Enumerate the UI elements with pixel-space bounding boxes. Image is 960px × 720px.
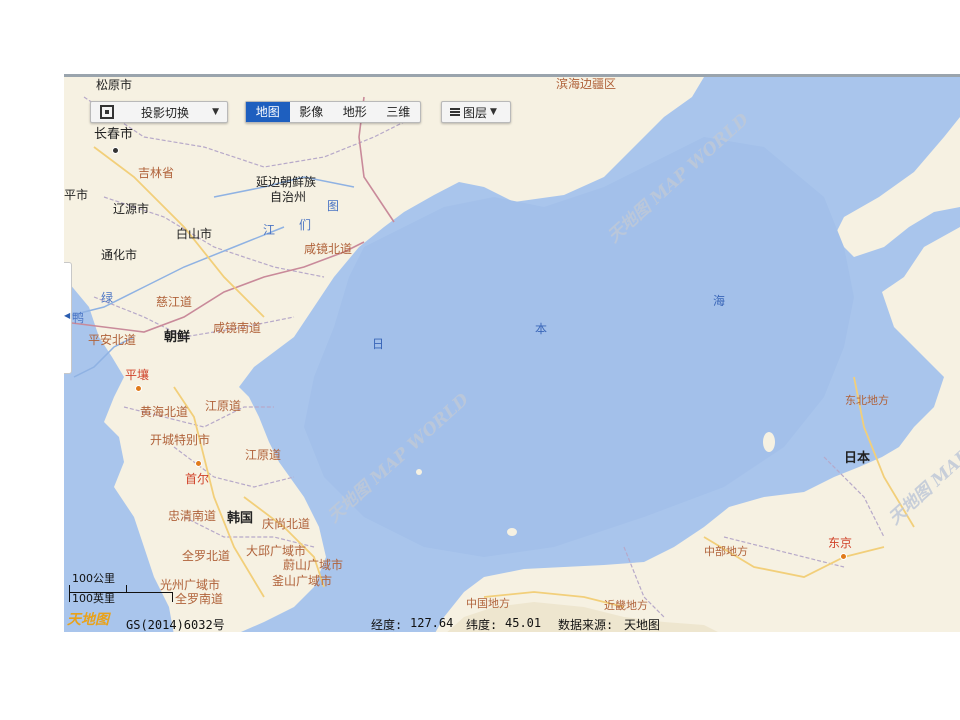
layers-dropdown[interactable]: 图层 ▼ xyxy=(441,101,511,123)
label-pinganbei: 平安北道 xyxy=(88,333,137,347)
label-huanghaibei: 黄海北道 xyxy=(140,405,189,419)
label-baishan: 白山市 xyxy=(176,227,213,241)
label-south-korea: 韩国 xyxy=(227,511,254,526)
label-jilin: 吉林省 xyxy=(138,166,175,180)
label-japan: 日本 xyxy=(844,451,871,466)
label-jiangyuan-south: 江原道 xyxy=(245,448,282,462)
label-changchun: 长春市 xyxy=(94,127,134,142)
label-north-korea: 朝鲜 xyxy=(164,330,191,345)
island-oki xyxy=(507,528,517,536)
lat-value: 45.01 xyxy=(505,616,542,630)
tianditu-logo: 天地图 xyxy=(67,612,109,628)
scale-km-label: 100公里 xyxy=(72,572,115,585)
lat-label: 纬度: xyxy=(466,618,498,632)
label-river-jiang: 江 xyxy=(263,223,276,237)
label-seoul: 首尔 xyxy=(185,472,210,486)
projection-icon xyxy=(100,105,114,119)
label-cijiang: 慈江道 xyxy=(156,295,193,309)
side-panel-toggle[interactable]: ◀ xyxy=(64,262,72,374)
city-dot-changchun xyxy=(112,147,119,154)
label-daqiu: 大邱广域市 xyxy=(246,544,307,558)
label-jinji: 近畿地方 xyxy=(604,599,648,612)
label-sea-ben: 本 xyxy=(535,322,548,336)
label-sea-ri: 日 xyxy=(372,337,385,351)
label-yanbian-2: 自治州 xyxy=(270,190,307,204)
tab-terrain[interactable]: 地形 xyxy=(333,102,377,122)
tab-imagery[interactable]: 影像 xyxy=(290,102,334,122)
label-river-men: 们 xyxy=(299,218,312,232)
label-river-tu: 图 xyxy=(327,199,340,213)
label-river-ya: 鸭 xyxy=(72,311,85,325)
source-label: 数据来源: xyxy=(558,618,614,632)
label-zhongbu: 中部地方 xyxy=(704,545,748,558)
label-pyongyang: 平壤 xyxy=(125,368,150,382)
label-kaicheng: 开城特别市 xyxy=(150,433,211,447)
label-liaoyuan: 辽源市 xyxy=(113,202,150,216)
projection-switch-dropdown[interactable]: 投影切换 ▼ xyxy=(90,101,228,123)
label-songyuan: 松原市 xyxy=(96,78,133,92)
chevron-left-icon: ◀ xyxy=(64,311,71,320)
chevron-down-icon: ▼ xyxy=(490,107,497,117)
island-ulleung xyxy=(416,469,422,475)
label-tokyo: 东京 xyxy=(828,536,853,550)
label-sea-hai: 海 xyxy=(713,294,726,308)
label-binhai: 滨海边疆区 xyxy=(556,77,617,91)
island-sado xyxy=(763,432,775,452)
tab-3d[interactable]: 三维 xyxy=(377,102,421,122)
label-dongbei: 东北地方 xyxy=(845,394,889,407)
tab-map[interactable]: 地图 xyxy=(246,102,290,122)
label-quanluobei: 全罗北道 xyxy=(182,549,231,563)
label-zhongguo: 中国地方 xyxy=(466,597,510,610)
layers-label: 图层 xyxy=(463,105,488,120)
license-text: GS(2014)6032号 xyxy=(126,618,225,632)
label-qingshangbei: 庆尚北道 xyxy=(262,517,311,531)
lon-label: 经度: xyxy=(371,618,403,632)
scale-mi-label: 100英里 xyxy=(72,592,115,605)
projection-label: 投影切换 xyxy=(141,105,190,120)
label-fushan: 釜山广域市 xyxy=(272,574,333,588)
source-value: 天地图 xyxy=(624,618,661,632)
label-tonghua: 通化市 xyxy=(101,248,138,262)
city-dot-tokyo xyxy=(840,553,847,560)
map-type-switcher: 地图 影像 地形 三维 xyxy=(245,101,421,123)
chevron-down-icon: ▼ xyxy=(212,107,219,117)
label-siping: 平市 xyxy=(64,188,89,202)
lon-value: 127.64 xyxy=(410,616,454,630)
label-xianjingnan: 咸镜南道 xyxy=(213,321,262,335)
label-zhongqingnan: 忠清南道 xyxy=(168,509,217,523)
label-river-lu: 绿 xyxy=(101,291,114,305)
city-dot-pyongyang xyxy=(135,385,142,392)
label-jiangyuan-north: 江原道 xyxy=(205,399,242,413)
city-dot-seoul xyxy=(195,460,202,467)
scale-bar: 100公里 100英里 xyxy=(66,570,176,605)
label-xianjingbei: 咸镜北道 xyxy=(304,242,353,256)
label-quanluonan: 全罗南道 xyxy=(175,592,224,606)
layers-icon xyxy=(450,108,460,116)
label-weishan: 蔚山广域市 xyxy=(283,558,344,572)
label-yanbian-1: 延边朝鲜族 xyxy=(256,175,317,189)
